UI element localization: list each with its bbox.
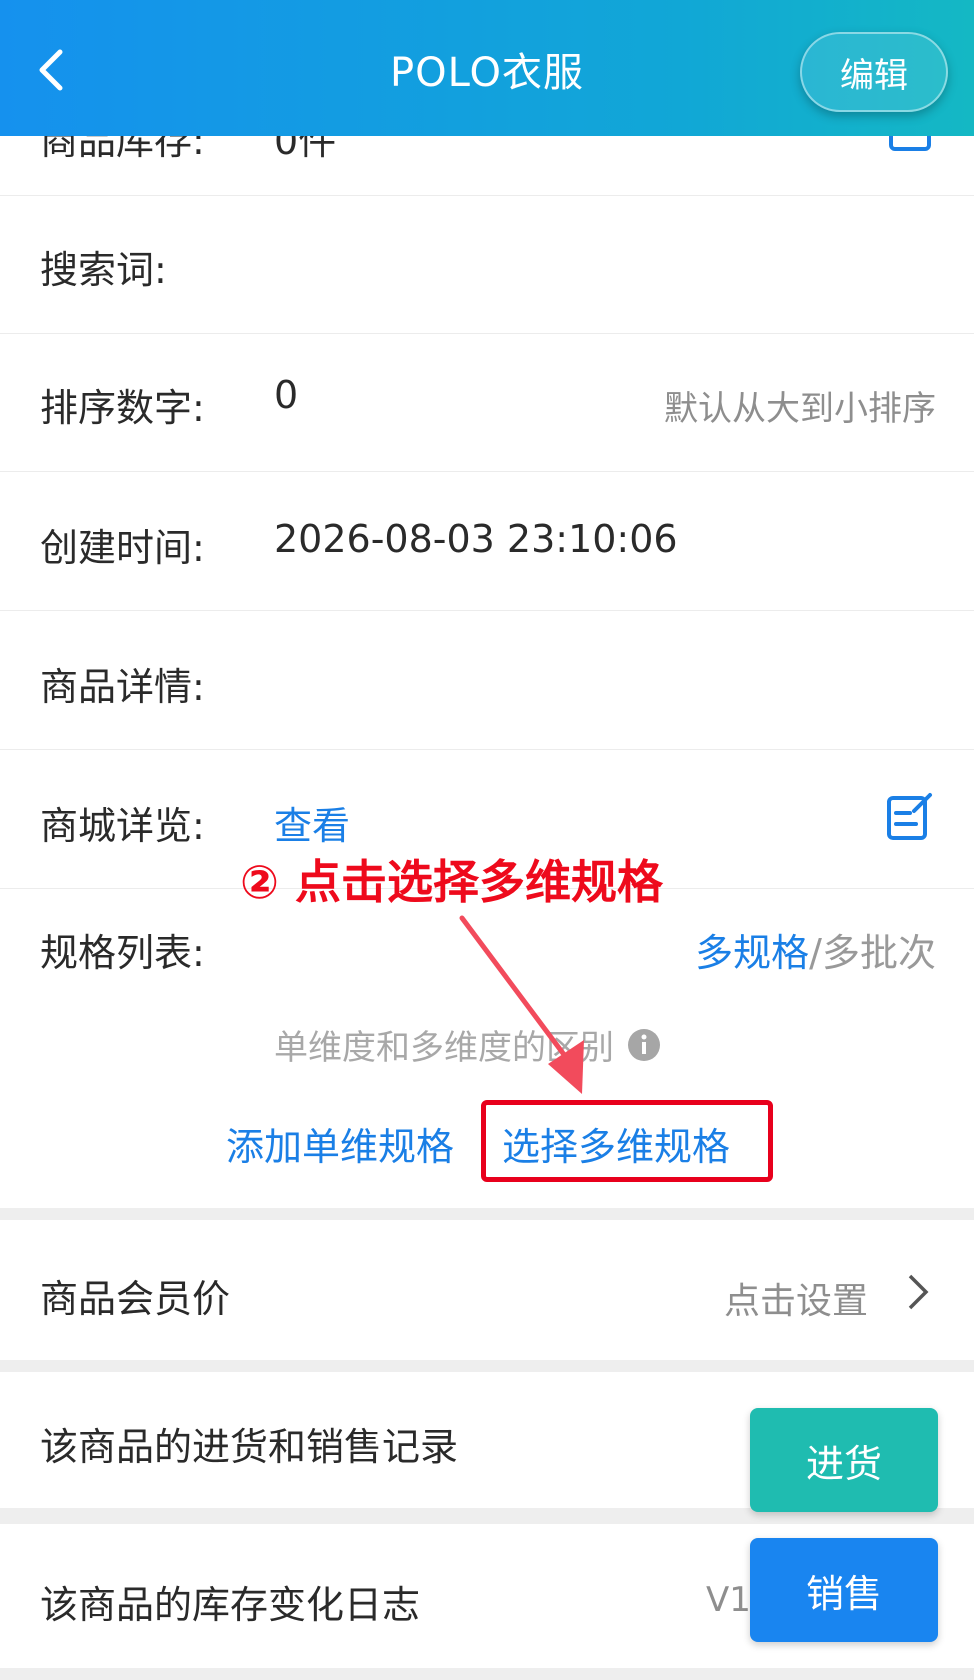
sale-button[interactable]: 销售 — [750, 1538, 938, 1642]
app-header: POLO衣服 编辑 — [0, 0, 974, 136]
edit-button[interactable]: 编辑 — [800, 32, 948, 112]
purchase-button[interactable]: 进货 — [750, 1408, 938, 1512]
